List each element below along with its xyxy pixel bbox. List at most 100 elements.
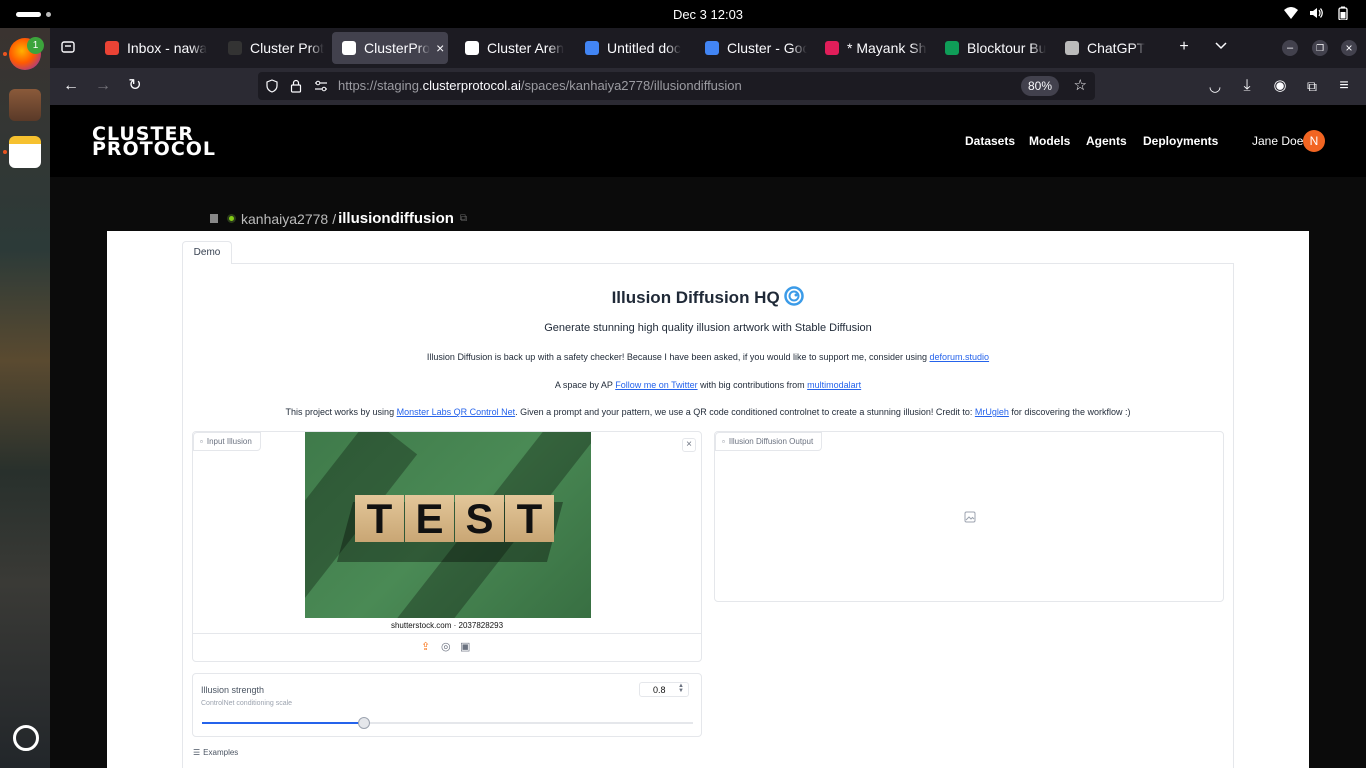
reload-icon[interactable]: ↻ [125,76,145,96]
tab-favicon-icon [585,41,599,55]
tab-label: ClusterPro [364,40,431,56]
pocket-icon[interactable]: ◡ [1205,76,1225,96]
tab-label: Inbox - nawa [127,40,207,56]
space-name[interactable]: illusiondiffusion [338,210,454,227]
forward-icon[interactable]: → [93,76,113,96]
permissions-icon[interactable] [314,80,328,92]
strength-info: ControlNet conditioning scale [201,700,293,707]
tab-favicon-icon [1065,41,1079,55]
input-image[interactable]: T E S T [305,432,591,618]
breadcrumb-separator: / [332,210,337,227]
app-subtitle: Generate stunning high quality illusion … [544,322,872,334]
tab-label: Cluster Aren [487,40,565,56]
tab-3[interactable]: ClusterPro × [332,32,448,64]
nav-agents[interactable]: Agents [1086,134,1127,148]
tab-favicon-icon [342,41,356,55]
minimize-icon[interactable]: – [1282,40,1298,56]
tab-label: Blocktour Bu [967,40,1047,56]
restore-icon[interactable]: ❐ [1312,40,1328,56]
running-indicator [3,52,7,56]
upload-icon[interactable]: ⇪ [421,640,430,653]
text-editor-icon[interactable] [9,136,41,168]
breadcrumb: kanhaiya2778 / illusiondiffusion ⧉ [210,210,467,227]
url-bar[interactable]: https://staging.clusterprotocol.ai/space… [258,72,1095,100]
input-illusion-label: ▫ Input Illusion [193,432,261,451]
safety-note: Illusion Diffusion is back up with a saf… [426,352,990,362]
show-apps-icon[interactable] [13,725,39,751]
menu-icon[interactable]: ≡ [1334,76,1354,96]
monster-labs-link[interactable]: Monster Labs QR Control Net [397,407,516,417]
copy-icon[interactable]: ⧉ [460,213,467,224]
tab-9[interactable]: ChatGPT [1055,32,1155,64]
tab-label: ChatGPT [1087,40,1146,56]
tab-label: Untitled doc [607,40,681,56]
multimodalart-link[interactable]: multimodalart [807,380,861,390]
output-label: ▫ Illusion Diffusion Output [715,432,823,451]
tile-letter: T [505,495,554,542]
browser-tab-bar: Inbox - nawa Cluster Proto ClusterPro × Clus… [50,28,1366,68]
zoom-level[interactable]: 80% [1020,76,1059,96]
close-window-icon[interactable]: × [1341,40,1357,56]
nav-datasets[interactable]: Datasets [965,134,1015,148]
credits-line: A space by AP Follow me on Twitter with … [554,380,862,390]
strength-number-input[interactable]: 0.8 ▲ ▼ [639,682,689,697]
web-page: CLUSTER PROTOCOL Datasets Models Agents D… [50,105,1366,768]
tile-letter: S [455,495,504,542]
tab-favicon-icon [465,41,479,55]
site-header: CLUSTER PROTOCOL Datasets Models Agents D… [50,105,1366,177]
twitter-link[interactable]: Follow me on Twitter [615,380,697,390]
image-caption: shutterstock.com · 2037828293 [390,621,504,630]
downloads-icon[interactable]: ⤓ [1237,76,1257,96]
image-placeholder-icon [964,511,976,523]
tab-favicon-icon [105,41,119,55]
strength-slider-fill [202,722,364,724]
status-dot-icon [227,214,236,223]
dock: 1 [0,28,50,768]
tracking-shield-icon[interactable] [265,79,279,93]
strength-slider-thumb[interactable] [358,717,370,729]
app-title: Illusion Diffusion HQ [182,286,1234,308]
space-container: Demo Illusion Diffusion HQ Generate stun… [107,231,1309,768]
url-text[interactable]: https://staging.clusterprotocol.ai/space… [338,78,742,93]
tab-favicon-icon [228,41,242,55]
user-name[interactable]: Jane Doe [1252,134,1303,148]
files-icon[interactable] [9,89,41,121]
list-tabs-icon[interactable] [1211,38,1231,57]
avatar[interactable]: N [1303,130,1325,152]
lock-icon[interactable] [290,79,302,93]
examples-header[interactable]: ☰ Examples [193,748,238,757]
deforum-link[interactable]: deforum.studio [930,352,990,362]
tab-7[interactable]: * Mayank Sha [815,32,927,64]
tab-favicon-icon [825,41,839,55]
new-tab-button[interactable]: + [1174,38,1194,56]
tab-demo[interactable]: Demo [182,241,232,264]
clipboard-icon[interactable]: ▣ [460,640,470,653]
tab-2[interactable]: Cluster Proto [218,32,324,64]
tab-1[interactable]: Inbox - nawa [95,32,207,64]
nav-models[interactable]: Models [1029,134,1070,148]
clear-image-icon[interactable]: × [682,438,696,452]
extensions-icon[interactable]: ⧉ [1302,76,1322,96]
webcam-icon[interactable]: ◎ [441,640,451,653]
tab-favicon-icon [705,41,719,55]
wifi-icon[interactable] [1284,6,1298,20]
account-icon[interactable]: ◉ [1270,76,1290,96]
tab-label: Cluster Proto [250,40,324,56]
cluster-protocol-logo[interactable]: CLUSTER PROTOCOL [92,125,216,159]
bookmark-star-icon[interactable]: ☆ [1074,76,1087,94]
clock[interactable]: Dec 3 12:03 [0,7,1366,22]
tab-4[interactable]: Cluster Aren [455,32,567,64]
mrugleh-link[interactable]: MrUgleh [975,407,1009,417]
battery-icon[interactable] [1336,6,1350,20]
nav-deployments[interactable]: Deployments [1143,134,1218,148]
volume-icon[interactable] [1309,6,1323,20]
tab-6[interactable]: Cluster - Goo [695,32,807,64]
close-tab-icon[interactable]: × [436,40,444,56]
project-description: This project works by using Monster Labs… [285,407,1131,417]
owner-link[interactable]: kanhaiya2778 [241,211,328,227]
firefox-view-icon[interactable] [58,39,78,57]
tab-8[interactable]: Blocktour Bu [935,32,1047,64]
tab-5[interactable]: Untitled doc [575,32,687,64]
strength-label: Illusion strength [201,685,265,695]
back-icon[interactable]: ← [61,76,81,96]
